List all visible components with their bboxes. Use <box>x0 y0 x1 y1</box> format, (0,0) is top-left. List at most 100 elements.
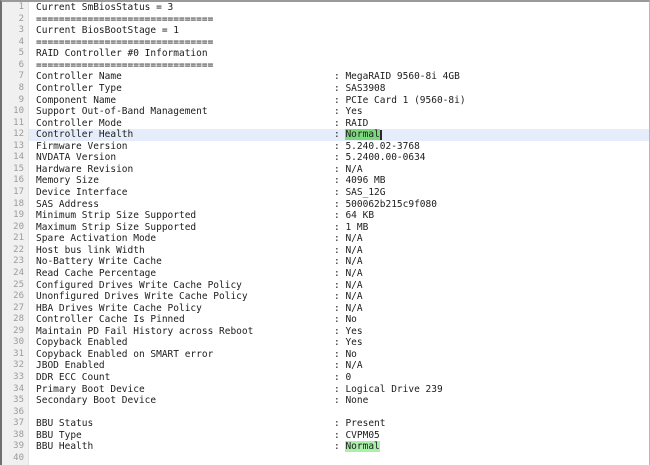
line-content[interactable]: Maintain PD Fail History across Reboot: … <box>29 326 649 338</box>
line-content[interactable]: Current BiosBootStage = 1 <box>29 25 649 37</box>
line-content[interactable] <box>29 453 649 465</box>
line-content[interactable]: Spare Activation Mode: N/A <box>29 233 649 245</box>
line-number: 17 <box>2 187 29 199</box>
line-number: 26 <box>2 291 29 303</box>
code-line: 22Host bus link Width: N/A <box>2 245 649 257</box>
code-line: 4=============================== <box>2 37 649 49</box>
field-label: Controller Cache Is Pinned <box>36 314 334 326</box>
line-content[interactable]: Copyback Enabled on SMART error: No <box>29 349 649 361</box>
line-content[interactable]: NVDATA Version: 5.2400.00-0634 <box>29 152 649 164</box>
line-content[interactable]: BBU Status: Present <box>29 418 649 430</box>
line-content[interactable]: Support Out-of-Band Management: Yes <box>29 106 649 118</box>
line-number: 35 <box>2 395 29 407</box>
code-line: 26Unonfigured Drives Write Cache Policy:… <box>2 291 649 303</box>
health-status-highlight: Normal <box>345 441 379 452</box>
line-content[interactable] <box>29 407 649 419</box>
code-area: 1Current SmBiosStatus = 32==============… <box>2 2 649 465</box>
field-label: BBU Health <box>36 441 334 453</box>
line-content[interactable]: Primary Boot Device: Logical Drive 239 <box>29 384 649 396</box>
line-content[interactable]: JBOD Enabled: N/A <box>29 360 649 372</box>
line-content[interactable]: Device Interface: SAS_12G <box>29 187 649 199</box>
line-content[interactable]: DDR ECC Count: 0 <box>29 372 649 384</box>
line-number: 31 <box>2 349 29 361</box>
line-content[interactable]: Hardware Revision: N/A <box>29 164 649 176</box>
code-line: 2=============================== <box>2 14 649 26</box>
field-label: Support Out-of-Band Management <box>36 106 334 118</box>
code-line: 8Controller Type: SAS3908 <box>2 83 649 95</box>
line-content[interactable]: Firmware Version: 5.240.02-3768 <box>29 141 649 153</box>
line-content[interactable]: Read Cache Percentage: N/A <box>29 268 649 280</box>
field-label: Spare Activation Mode <box>36 233 334 245</box>
line-content[interactable]: Secondary Boot Device: None <box>29 395 649 407</box>
line-content[interactable]: Controller Name: MegaRAID 9560-8i 4GB <box>29 71 649 83</box>
line-number: 28 <box>2 314 29 326</box>
line-content[interactable]: Copyback Enabled: Yes <box>29 337 649 349</box>
field-value: 4096 MB <box>345 175 385 186</box>
field-value: N/A <box>345 280 362 291</box>
line-content[interactable]: Maximum Strip Size Supported: 1 MB <box>29 222 649 234</box>
line-content[interactable]: Unonfigured Drives Write Cache Policy: N… <box>29 291 649 303</box>
line-content-selected[interactable]: Controller Health: Normal <box>29 129 649 141</box>
field-label: HBA Drives Write Cache Policy <box>36 303 334 315</box>
field-label: Copyback Enabled on SMART error <box>36 349 334 361</box>
field-value: N/A <box>345 233 362 244</box>
code-line: 11Controller Mode: RAID <box>2 118 649 130</box>
line-content[interactable]: Minimum Strip Size Supported: 64 KB <box>29 210 649 222</box>
field-value: SAS3908 <box>345 83 385 94</box>
code-line: 29Maintain PD Fail History across Reboot… <box>2 326 649 338</box>
field-value: CVPM05 <box>345 430 379 441</box>
line-number: 25 <box>2 280 29 292</box>
field-value: No <box>345 349 356 360</box>
field-label: Controller Name <box>36 71 334 83</box>
field-value: None <box>345 395 368 406</box>
code-line: 1Current SmBiosStatus = 3 <box>2 2 649 14</box>
line-content[interactable]: Host bus link Width: N/A <box>29 245 649 257</box>
line-number: 5 <box>2 48 29 60</box>
line-content[interactable]: Controller Type: SAS3908 <box>29 83 649 95</box>
line-content[interactable]: Current SmBiosStatus = 3 <box>29 2 649 14</box>
line-text: Current BiosBootStage = 1 <box>36 25 179 36</box>
code-line: 15Hardware Revision: N/A <box>2 164 649 176</box>
field-label: Controller Health <box>36 129 334 141</box>
line-number: 15 <box>2 164 29 176</box>
code-line: 16Memory Size: 4096 MB <box>2 175 649 187</box>
line-content[interactable]: Configured Drives Write Cache Policy: N/… <box>29 280 649 292</box>
field-label: NVDATA Version <box>36 152 334 164</box>
line-content[interactable]: Controller Cache Is Pinned: No <box>29 314 649 326</box>
line-content[interactable]: =============================== <box>29 37 649 49</box>
line-content[interactable]: Controller Mode: RAID <box>29 118 649 130</box>
line-content[interactable]: SAS Address: 500062b215c9f080 <box>29 199 649 211</box>
code-line: 27HBA Drives Write Cache Policy: N/A <box>2 303 649 315</box>
field-label: Memory Size <box>36 175 334 187</box>
line-content[interactable]: HBA Drives Write Cache Policy: N/A <box>29 303 649 315</box>
line-content[interactable]: RAID Controller #0 Information <box>29 48 649 60</box>
field-label: JBOD Enabled <box>36 360 334 372</box>
code-line: 37BBU Status: Present <box>2 418 649 430</box>
line-number: 13 <box>2 141 29 153</box>
code-line: 21Spare Activation Mode: N/A <box>2 233 649 245</box>
line-text: =============================== <box>36 60 213 71</box>
field-label: SAS Address <box>36 199 334 211</box>
field-value: Logical Drive 239 <box>345 384 442 395</box>
line-number: 20 <box>2 222 29 234</box>
line-content[interactable]: =============================== <box>29 60 649 72</box>
line-content[interactable]: BBU Type: CVPM05 <box>29 430 649 442</box>
line-content[interactable]: Memory Size: 4096 MB <box>29 175 649 187</box>
code-line: 10Support Out-of-Band Management: Yes <box>2 106 649 118</box>
health-status-highlight: Normal <box>345 129 379 140</box>
line-content[interactable]: BBU Health: Normal <box>29 441 649 453</box>
code-line: 34Primary Boot Device: Logical Drive 239 <box>2 384 649 396</box>
code-line: 40 <box>2 453 649 465</box>
line-text: =============================== <box>36 37 213 48</box>
line-content[interactable]: =============================== <box>29 14 649 26</box>
line-number: 30 <box>2 337 29 349</box>
line-number: 24 <box>2 268 29 280</box>
field-value: RAID <box>345 118 368 129</box>
line-number: 37 <box>2 418 29 430</box>
line-number: 9 <box>2 95 29 107</box>
field-label: Maximum Strip Size Supported <box>36 222 334 234</box>
line-content[interactable]: No-Battery Write Cache: N/A <box>29 256 649 268</box>
field-label: Firmware Version <box>36 141 334 153</box>
line-content[interactable]: Component Name: PCIe Card 1 (9560-8i) <box>29 95 649 107</box>
field-label: BBU Type <box>36 430 334 442</box>
